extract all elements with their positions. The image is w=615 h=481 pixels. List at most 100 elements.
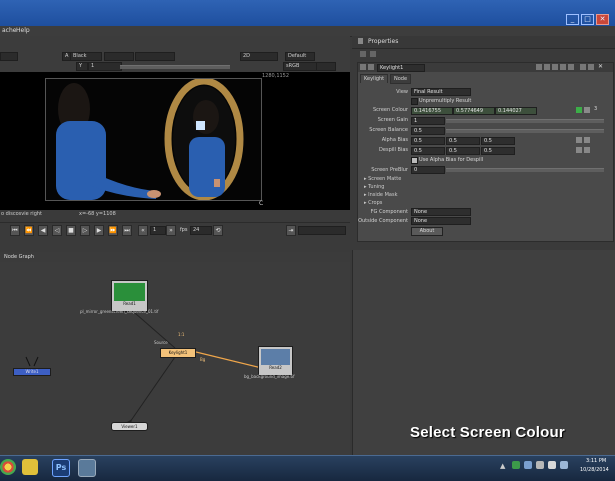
loop-icon[interactable]: ⟲ [213, 225, 223, 236]
node-button-1-icon[interactable] [536, 64, 542, 70]
screen-gain-slider[interactable] [446, 119, 604, 123]
about-button[interactable]: About [411, 227, 443, 236]
properties-tab[interactable]: Properties [368, 38, 398, 45]
despill-bias-b-field[interactable]: 0.5 [481, 147, 515, 155]
fg-component-dropdown[interactable]: None [411, 208, 471, 216]
float-panel-icon[interactable] [580, 64, 586, 70]
tab-node[interactable]: Node [390, 74, 412, 84]
alpha-bias-g-field[interactable]: 0.5 [446, 137, 480, 145]
screen-colour-r-field[interactable]: 0.1416755 [411, 107, 453, 115]
despill-bias-r-field[interactable]: 0.5 [411, 147, 445, 155]
viewer-node[interactable]: Viewer1 [111, 422, 148, 431]
unpremultiply-checkbox[interactable] [411, 98, 418, 105]
properties-toolbar [358, 50, 610, 60]
color-wheel-icon[interactable] [584, 107, 590, 113]
alpha-bias-picker-icon[interactable] [576, 137, 582, 143]
input-dropdown[interactable] [0, 52, 18, 61]
screen-matte-section[interactable]: ▸ Screen Matte [364, 176, 401, 182]
alpha-bias-wheel-icon[interactable] [584, 137, 590, 143]
tray-volume-icon[interactable] [548, 461, 556, 469]
read2-node[interactable]: Read2 [258, 346, 293, 376]
operation-dropdown[interactable] [104, 52, 134, 61]
channel-a-value-dropdown[interactable]: Black [70, 52, 102, 61]
tray-app-icon[interactable] [512, 461, 520, 469]
minimize-icon[interactable]: _ [566, 14, 579, 25]
color-picker-icon[interactable] [576, 107, 582, 113]
step-back-icon[interactable]: ◀ [38, 225, 48, 236]
skip-forward-icon[interactable]: » [166, 225, 176, 236]
y-dropdown[interactable]: Y [76, 62, 88, 71]
despill-bias-g-field[interactable]: 0.5 [446, 147, 480, 155]
left-node[interactable]: Write1 [13, 368, 51, 376]
collapse-node-icon[interactable] [360, 64, 366, 70]
outside-component-dropdown[interactable]: None [411, 217, 471, 225]
play-forward-icon[interactable]: ▷ [80, 225, 90, 236]
node-graph-tab[interactable]: Node Graph [4, 254, 34, 260]
color-space-dropdown[interactable]: sRGB [283, 62, 317, 71]
display-mode-dropdown[interactable]: 2D [240, 52, 278, 61]
next-keyframe-icon[interactable]: ⏩ [108, 225, 118, 236]
skip-back-icon[interactable]: « [138, 225, 148, 236]
menu-item-help[interactable]: Help [16, 27, 30, 34]
tuning-section[interactable]: ▸ Tuning [364, 184, 384, 190]
nuke-icon[interactable] [22, 459, 38, 475]
use-alpha-bias-checkbox[interactable] [411, 157, 418, 164]
node-graph-canvas[interactable]: Read1 pl_mirror_greenscreen_sequence_01.… [0, 262, 350, 455]
play-backward-icon[interactable]: ◁ [52, 225, 62, 236]
taskbar-clock-time[interactable]: 3:11 PM [586, 458, 606, 464]
despill-bias-wheel-icon[interactable] [584, 147, 590, 153]
properties-lock-icon[interactable] [360, 51, 366, 57]
taskbar-clock-date[interactable]: 10/28/2014 [580, 467, 609, 473]
alpha-bias-b-field[interactable]: 0.5 [481, 137, 515, 145]
close-icon[interactable]: ✕ [596, 14, 609, 25]
maximize-icon[interactable]: □ [581, 14, 594, 25]
tray-monitor-icon[interactable] [536, 461, 544, 469]
node-button-5-icon[interactable] [568, 64, 574, 70]
photoshop-icon[interactable]: Ps [52, 459, 70, 477]
crops-section[interactable]: ▸ Crops [364, 200, 382, 206]
alpha-bias-r-field[interactable]: 0.5 [411, 137, 445, 145]
properties-pin-icon[interactable] [370, 51, 376, 57]
keylight-node[interactable]: Keylight1 [160, 348, 196, 358]
pane-menu-icon[interactable] [358, 38, 363, 44]
image-viewer-icon[interactable] [78, 459, 96, 477]
menu-item-cache[interactable]: ache [2, 27, 16, 34]
prev-keyframe-icon[interactable]: ⏪ [24, 225, 34, 236]
lut-dropdown[interactable]: Default [285, 52, 315, 61]
node-button-2-icon[interactable] [544, 64, 550, 70]
view-dropdown[interactable]: Final Result [411, 88, 471, 96]
stop-icon[interactable]: ■ [66, 225, 76, 236]
node-name-field[interactable]: Keylight1 [377, 64, 425, 72]
node-color-icon[interactable] [368, 64, 374, 70]
node-button-4-icon[interactable] [560, 64, 566, 70]
tray-flag-icon[interactable] [560, 461, 568, 469]
tray-network-icon[interactable] [524, 461, 532, 469]
chrome-icon[interactable] [0, 459, 16, 475]
despill-bias-picker-icon[interactable] [576, 147, 582, 153]
tray-show-hidden-icon[interactable]: ▲ [500, 462, 505, 470]
frame-field[interactable]: 1 [88, 62, 122, 71]
screen-balance-field[interactable]: 0.5 [411, 127, 445, 135]
gain-slider[interactable] [120, 65, 230, 69]
screen-gain-field[interactable]: 1 [411, 117, 445, 125]
step-forward-icon[interactable]: ▶ [94, 225, 104, 236]
channel-b-dropdown[interactable] [135, 52, 175, 61]
screen-colour-b-field[interactable]: 0.144027 [495, 107, 537, 115]
screen-balance-slider[interactable] [446, 129, 604, 133]
panel-menu-icon[interactable] [588, 64, 594, 70]
viewer-option-dropdown[interactable] [316, 62, 336, 71]
first-frame-icon[interactable]: ⏮ [10, 225, 20, 236]
frame-range-field[interactable] [298, 226, 346, 235]
frame-increment-field[interactable]: 1 [150, 226, 166, 235]
screen-colour-g-field[interactable]: 0.5774649 [453, 107, 495, 115]
node-button-3-icon[interactable] [552, 64, 558, 70]
range-icon[interactable]: ⇥ [286, 225, 296, 236]
last-frame-icon[interactable]: ⏭ [122, 225, 132, 236]
fps-field[interactable]: 24 [190, 226, 212, 235]
read1-node[interactable]: Read1 [111, 280, 148, 312]
close-panel-icon[interactable]: ✕ [598, 63, 603, 70]
screen-preblur-field[interactable]: 0 [411, 166, 445, 174]
tab-keylight[interactable]: Keylight [360, 74, 389, 83]
inside-mask-section[interactable]: ▸ Inside Mask [364, 192, 397, 198]
screen-preblur-slider[interactable] [446, 168, 604, 172]
